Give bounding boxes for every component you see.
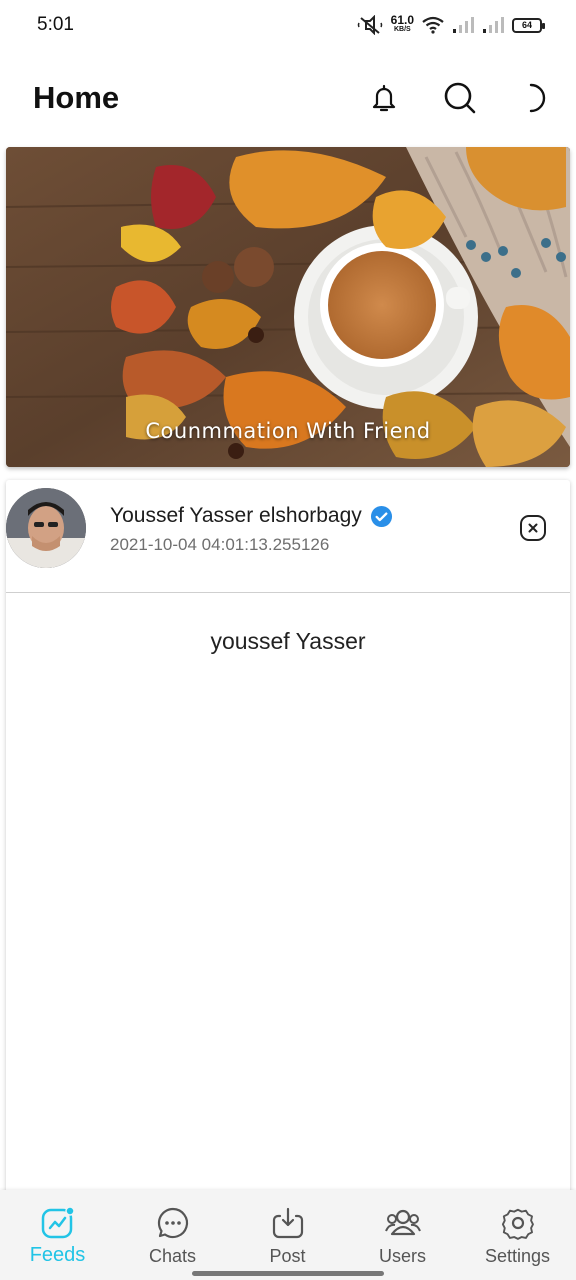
nav-chats[interactable]: Chats xyxy=(115,1206,230,1267)
status-bar: 5:01 61.0 KB/S 64 xyxy=(0,0,576,52)
net-speed: 61.0 KB/S xyxy=(390,13,414,34)
nav-label: Users xyxy=(378,1246,426,1266)
author-name[interactable]: Youssef Yasser elshorbagy xyxy=(110,504,362,528)
cover-banner: Counmmation With Friend xyxy=(6,147,570,467)
home-indicator[interactable] xyxy=(192,1271,384,1276)
author-row: Youssef Yasser elshorbagy xyxy=(110,504,393,528)
page-title: Home xyxy=(33,80,120,115)
wifi-icon xyxy=(422,16,444,34)
feeds-icon xyxy=(41,1206,75,1239)
nav-users[interactable]: Users xyxy=(345,1206,460,1267)
nav-label: Feeds xyxy=(29,1244,86,1266)
bell-icon xyxy=(372,84,396,112)
post-upload-icon xyxy=(272,1207,303,1239)
chat-icon xyxy=(157,1207,188,1239)
nav-feeds[interactable]: Feeds xyxy=(0,1206,115,1267)
post-date: 2021-10-04 04:01:13.255126 xyxy=(110,535,330,554)
moon-icon xyxy=(529,83,546,113)
close-icon xyxy=(520,515,546,541)
status-time: 5:01 xyxy=(37,14,74,35)
notifications-button[interactable] xyxy=(362,76,406,120)
bottom-nav: Feeds Chats Post Users Settings xyxy=(0,1190,576,1280)
net-speed-value: 61.0 xyxy=(390,13,414,27)
search-icon xyxy=(444,82,476,114)
avatar[interactable] xyxy=(6,488,86,568)
post-card: Youssef Yasser elshorbagy 2021-10-04 04:… xyxy=(6,480,570,1200)
dark-mode-toggle[interactable] xyxy=(514,76,558,120)
post-text: youssef Yasser xyxy=(210,628,366,654)
gear-icon xyxy=(501,1208,534,1240)
nav-label: Settings xyxy=(484,1246,551,1266)
avatar-image xyxy=(6,488,86,568)
divider xyxy=(6,592,570,593)
status-icons: 61.0 KB/S 64 xyxy=(357,12,545,38)
nav-label: Chats xyxy=(148,1246,197,1266)
mute-icon xyxy=(357,15,382,35)
signal-icon xyxy=(453,17,474,33)
nav-label: Post xyxy=(269,1246,306,1266)
battery-icon: 64 xyxy=(512,17,545,33)
net-speed-unit: KB/S xyxy=(393,26,411,33)
remove-post-button[interactable] xyxy=(518,513,548,543)
banner-caption: Counmmation With Friend xyxy=(145,419,431,443)
verified-icon xyxy=(370,505,392,527)
nav-settings[interactable]: Settings xyxy=(460,1206,575,1267)
nav-post[interactable]: Post xyxy=(230,1206,345,1267)
battery-level: 64 xyxy=(521,20,532,30)
app-header: Home xyxy=(0,58,576,138)
users-icon xyxy=(384,1209,421,1236)
search-button[interactable] xyxy=(438,76,482,120)
signal-icon xyxy=(483,17,504,33)
